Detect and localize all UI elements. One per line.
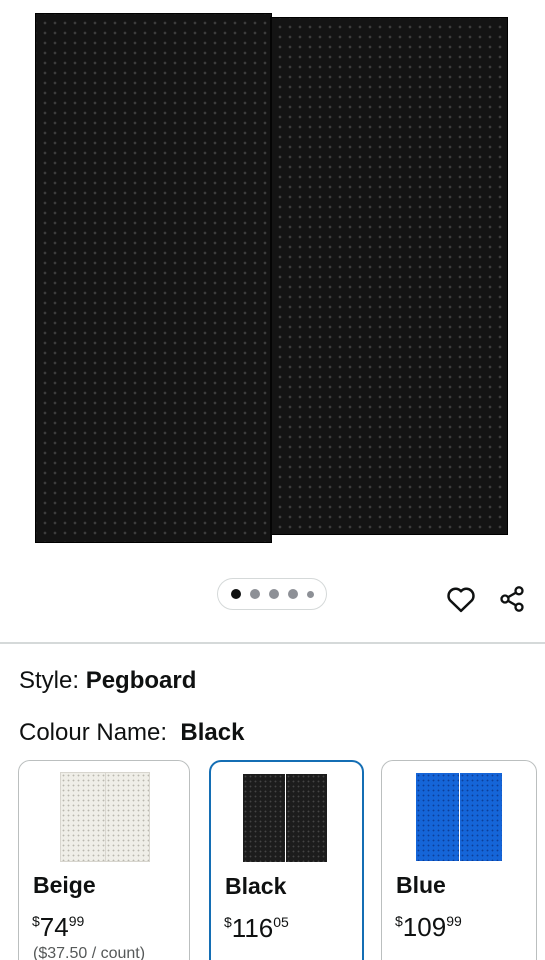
section-divider — [0, 642, 545, 644]
colour-swatch-beige[interactable]: Beige $7499 ($37.50 / count) — [18, 760, 190, 960]
style-selection: Style: Pegboard — [19, 666, 196, 696]
colour-swatch-black[interactable]: Black $11605 — [209, 760, 364, 960]
carousel-dot-5[interactable] — [306, 590, 314, 598]
colour-label: Colour Name: — [19, 719, 168, 746]
swatch-price: $7499 — [32, 912, 85, 942]
image-carousel-indicator[interactable] — [217, 578, 327, 610]
wishlist-button[interactable] — [445, 583, 477, 615]
swatch-name: Black — [225, 873, 287, 899]
swatch-price: $11605 — [224, 913, 289, 943]
carousel-dot-2[interactable] — [249, 589, 260, 599]
colour-value: Black — [180, 719, 245, 746]
swatch-name: Beige — [33, 872, 96, 898]
heart-outline-icon — [447, 587, 475, 613]
pegboard-panel-left — [36, 14, 271, 542]
carousel-dot-1[interactable] — [230, 589, 241, 599]
style-value: Pegboard — [85, 667, 197, 694]
pegboard-panel-right — [271, 18, 507, 534]
style-label: Style: — [19, 667, 80, 694]
swatch-price: $10999 — [395, 912, 462, 942]
panel-seam — [270, 16, 272, 540]
carousel-dot-3[interactable] — [268, 589, 279, 599]
carousel-dot-4[interactable] — [287, 589, 298, 599]
swatch-unit-price: ($37.50 / count) — [33, 945, 146, 960]
swatch-thumbnail — [416, 773, 502, 861]
swatch-thumbnail — [243, 774, 327, 862]
colour-selection: Colour Name: Black — [19, 718, 244, 748]
swatch-name: Blue — [396, 872, 446, 898]
product-page: Style: Pegboard Colour Name: Black Beige… — [0, 0, 545, 960]
product-image[interactable] — [0, 0, 545, 570]
share-icon — [500, 586, 524, 612]
share-button[interactable] — [496, 583, 528, 615]
colour-swatch-blue[interactable]: Blue $10999 — [381, 760, 537, 960]
swatch-thumbnail — [61, 773, 149, 861]
